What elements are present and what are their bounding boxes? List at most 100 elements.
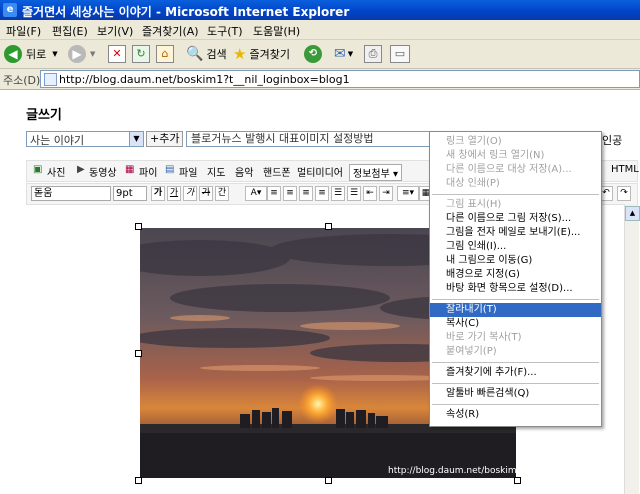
font-select[interactable]: 돋움 bbox=[31, 186, 111, 201]
context-menu-item: 그림 표시(H) bbox=[430, 198, 601, 212]
editor-scrollbar[interactable]: ▲ bbox=[624, 204, 640, 494]
highlight-icon[interactable]: A▾ bbox=[245, 186, 267, 201]
chevron-down-icon: ▼ bbox=[129, 132, 143, 146]
menu-favorites[interactable]: 즐겨찾기(A) bbox=[142, 23, 199, 39]
refresh-icon: ↻ bbox=[132, 45, 150, 63]
context-menu-item[interactable]: 내 그림으로 이동(G) bbox=[430, 254, 601, 268]
align-left-icon[interactable]: ≡ bbox=[267, 186, 281, 201]
resize-handle[interactable] bbox=[325, 477, 332, 484]
context-menu-item[interactable]: 속성(R) bbox=[430, 408, 601, 422]
menu-tools[interactable]: 도구(T) bbox=[207, 23, 243, 39]
info-attach-dropdown[interactable]: 정보첨부 ▾ bbox=[349, 164, 402, 181]
context-menu-item[interactable]: 즐겨찾기에 추가(F)... bbox=[430, 366, 601, 380]
poll-icon: ▦ bbox=[125, 164, 135, 175]
menu-separator bbox=[432, 194, 599, 195]
justify-icon[interactable]: ≡ bbox=[315, 186, 329, 201]
menu-separator bbox=[432, 362, 599, 363]
edit-icon: ▭ bbox=[390, 45, 410, 63]
category-select[interactable]: 사는 이야기 ▼ bbox=[26, 131, 144, 147]
context-menu-item: 새 창에서 링크 열기(N) bbox=[430, 149, 601, 163]
forward-arrow-icon: ▶ bbox=[68, 45, 86, 63]
home-button[interactable]: ⌂ bbox=[156, 43, 174, 65]
context-menu-item[interactable]: 알툴바 빠른검색(Q) bbox=[430, 387, 601, 401]
window-title: 즐거면서 세상사는 이야기 - Microsoft Internet Explo… bbox=[22, 5, 350, 19]
insert-photo-button[interactable]: 사진 bbox=[47, 164, 65, 179]
html-mode-toggle[interactable]: HTML bbox=[611, 164, 639, 175]
forward-button[interactable]: ▶ ▼ bbox=[68, 43, 95, 65]
indent-icon[interactable]: ⇥ bbox=[379, 186, 393, 201]
page-heading: 글쓰기 bbox=[26, 108, 62, 123]
context-menu-item-label: 다른 이름으로 대상 저장(A)... bbox=[446, 164, 572, 175]
context-menu-item[interactable]: 바탕 화면 항목으로 설정(D)... bbox=[430, 282, 601, 296]
resize-handle[interactable] bbox=[135, 477, 142, 484]
star-icon: ★ bbox=[233, 45, 247, 63]
context-menu-item-label: 그림 표시(H) bbox=[446, 199, 502, 210]
strike-button[interactable]: 가 bbox=[199, 186, 213, 201]
menu-file[interactable]: 파일(F) bbox=[6, 23, 41, 39]
chevron-down-icon[interactable]: ▼ bbox=[348, 50, 353, 58]
toolbar: ◀ 뒤로 ▼ ▶ ▼ ✕ ↻ ⌂ 🔍 검색 ★ 즐겨찾기 ⟲ ✉ ▼ ⎙ ▭ bbox=[0, 40, 640, 69]
outdent-icon[interactable]: ⇤ bbox=[363, 186, 377, 201]
scroll-up-icon[interactable]: ▲ bbox=[625, 206, 640, 221]
line-spacing-icon[interactable]: ≡▾ bbox=[397, 186, 419, 201]
menu-edit[interactable]: 편집(E) bbox=[52, 23, 88, 39]
insert-file-button[interactable]: 파일 bbox=[179, 164, 197, 179]
context-menu-item[interactable]: 배경으로 지정(G) bbox=[430, 268, 601, 282]
post-title-input[interactable]: 블로거뉴스 발행시 대표이미지 설정방법 bbox=[186, 131, 440, 147]
insert-poll-button[interactable]: 파이 bbox=[139, 164, 157, 179]
insert-multimedia-button[interactable]: 멀티미디어 bbox=[297, 164, 343, 179]
menu-help[interactable]: 도움말(H) bbox=[253, 23, 300, 39]
favorites-button[interactable]: ★ 즐겨찾기 bbox=[233, 43, 290, 65]
search-button[interactable]: 🔍 검색 bbox=[186, 43, 227, 65]
unordered-list-icon[interactable]: ☰ bbox=[347, 186, 361, 201]
insert-music-button[interactable]: 음악 bbox=[235, 164, 253, 179]
bold-button[interactable]: 가 bbox=[151, 186, 165, 201]
resize-handle[interactable] bbox=[325, 223, 332, 230]
context-menu-item[interactable]: 다른 이름으로 그림 저장(S)... bbox=[430, 212, 601, 226]
back-button[interactable]: ◀ 뒤로 ▼ bbox=[4, 43, 58, 65]
italic-button[interactable]: 가 bbox=[183, 186, 197, 201]
context-menu-item-label: 링크 열기(O) bbox=[446, 136, 502, 147]
font-color-button[interactable]: 간 bbox=[215, 186, 229, 201]
category-value: 사는 이야기 bbox=[30, 134, 85, 147]
stop-icon: ✕ bbox=[108, 45, 126, 63]
underline-button[interactable]: 가 bbox=[167, 186, 181, 201]
context-menu-item[interactable]: 그림 인쇄(I)... bbox=[430, 240, 601, 254]
history-button[interactable]: ⟲ bbox=[304, 43, 322, 65]
context-menu-item-label: 배경으로 지정(G) bbox=[446, 269, 520, 280]
refresh-button[interactable]: ↻ bbox=[132, 43, 150, 65]
file-icon: ▤ bbox=[165, 164, 175, 175]
context-menu-item: 대상 인쇄(P) bbox=[430, 177, 601, 191]
peek-text: 인공 bbox=[602, 134, 623, 147]
address-input[interactable]: http://blog.daum.net/boskim1?t__nil_logi… bbox=[40, 70, 640, 88]
font-size-select[interactable]: 9pt bbox=[113, 186, 147, 201]
insert-video-button[interactable]: 동영상 bbox=[89, 164, 117, 179]
context-menu-item-label: 새 창에서 링크 열기(N) bbox=[446, 150, 545, 161]
add-category-button[interactable]: +추가 bbox=[146, 131, 184, 147]
resize-handle[interactable] bbox=[514, 477, 521, 484]
print-button[interactable]: ⎙ bbox=[364, 43, 382, 65]
mail-button[interactable]: ✉ ▼ bbox=[334, 43, 353, 65]
chevron-down-icon[interactable]: ▼ bbox=[52, 50, 57, 58]
insert-map-button[interactable]: 지도 bbox=[207, 164, 225, 179]
insert-mobile-button[interactable]: 핸드폰 bbox=[263, 164, 291, 179]
align-right-icon[interactable]: ≡ bbox=[299, 186, 313, 201]
context-menu-item[interactable]: 복사(C) bbox=[430, 317, 601, 331]
edit-page-button[interactable]: ▭ bbox=[390, 43, 410, 65]
menu-view[interactable]: 보기(V) bbox=[97, 23, 133, 39]
stop-button[interactable]: ✕ bbox=[108, 43, 126, 65]
ordered-list-icon[interactable]: ☰ bbox=[331, 186, 345, 201]
context-menu-item-label: 그림 인쇄(I)... bbox=[446, 241, 507, 252]
context-menu-item[interactable]: 잘라내기(T) bbox=[430, 303, 601, 317]
history-icon: ⟲ bbox=[304, 45, 322, 63]
context-menu: 링크 열기(O) 새 창에서 링크 열기(N) 다른 이름으로 대상 저장(A)..… bbox=[429, 131, 602, 427]
context-menu-item: 붙여넣기(P) bbox=[430, 345, 601, 359]
ie-app-icon: e bbox=[3, 3, 17, 17]
redo-icon[interactable]: ↷ bbox=[617, 186, 631, 201]
resize-handle[interactable] bbox=[135, 350, 142, 357]
context-menu-item[interactable]: 그림을 전자 메일로 보내기(E)... bbox=[430, 226, 601, 240]
chevron-down-icon[interactable]: ▼ bbox=[90, 50, 95, 58]
context-menu-item-label: 내 그림으로 이동(G) bbox=[446, 255, 533, 266]
align-center-icon[interactable]: ≡ bbox=[283, 186, 297, 201]
resize-handle[interactable] bbox=[135, 223, 142, 230]
